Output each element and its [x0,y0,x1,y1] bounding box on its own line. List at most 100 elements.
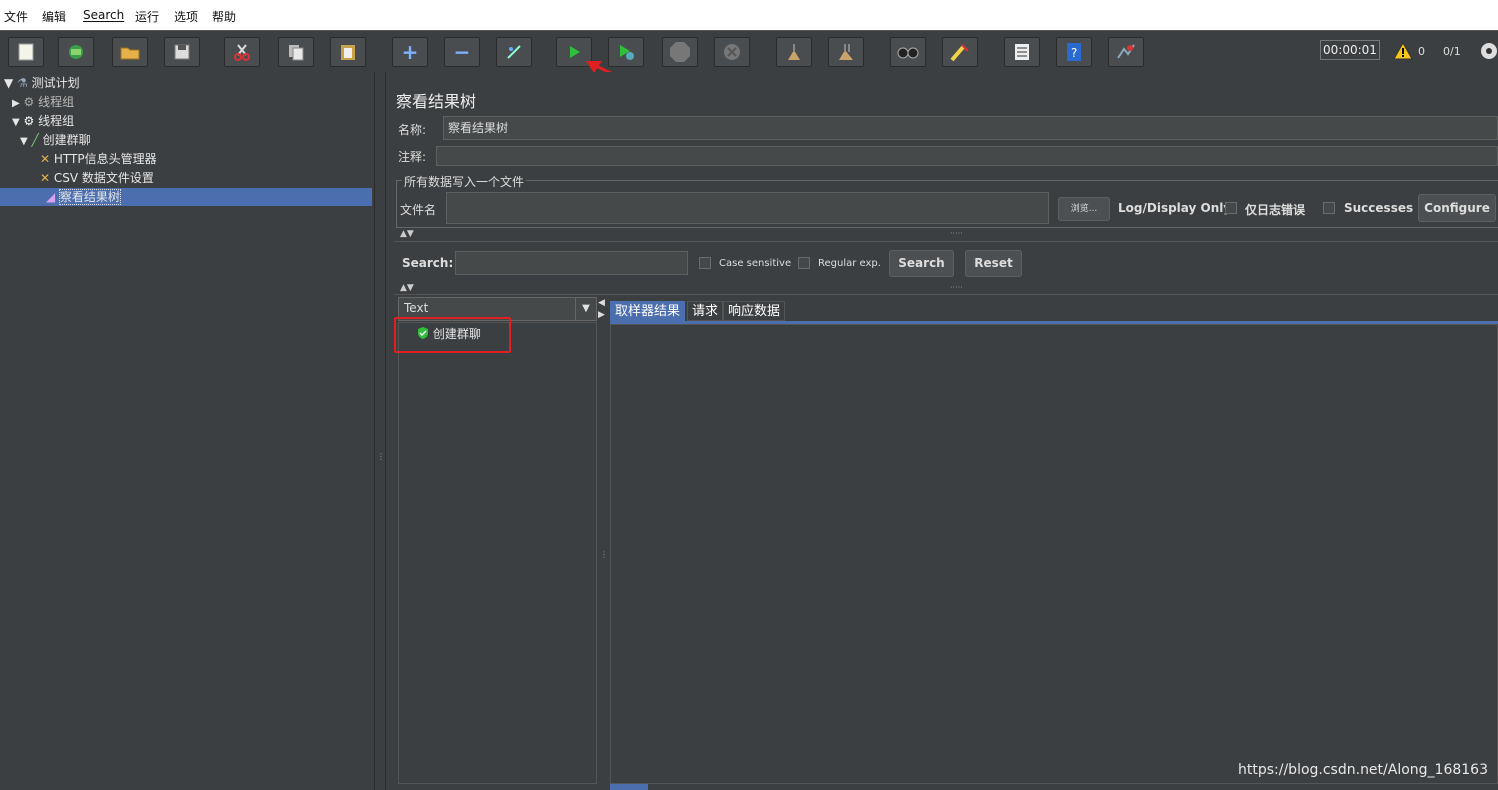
clear-all-button[interactable] [828,37,864,67]
wrench-icon: ✕ [40,152,51,166]
reset-button[interactable]: Reset [965,250,1022,277]
tree-label: 测试计划 [31,76,80,90]
search-submit-button[interactable]: Search [889,250,954,277]
minus-icon: − [453,40,471,64]
collapse-arrow-icon[interactable]: ▼ [4,76,13,90]
help-button[interactable]: ? [1056,37,1092,67]
menu-run[interactable]: 运行 [135,8,159,25]
tree-item-csv-config[interactable]: ✕ CSV 数据文件设置 [40,169,154,187]
toolbar: + − ? 00:00:01 0 0/1 [0,30,1498,73]
errors-only-checkbox[interactable] [1225,202,1237,214]
search-button[interactable] [890,37,926,67]
collapse-left-arrow-icon[interactable]: ◀ [598,298,605,308]
split-arrows-icon[interactable]: ▲▼ [400,229,414,239]
gear-icon: ⚙ [23,114,35,128]
pipette-icon: ╱ [31,133,39,147]
menu-options[interactable]: 选项 [174,8,198,25]
stop-sign-icon [663,38,697,66]
divider [394,294,1498,295]
tree-item-sampler[interactable]: ▼ ╱ 创建群聊 [20,131,91,149]
reset-search-button[interactable] [942,37,978,67]
stop-button[interactable] [662,37,698,67]
toggle-wand-icon [497,38,531,66]
shutdown-icon [715,38,749,66]
comment-field[interactable] [436,146,1498,166]
new-file-icon [9,38,43,66]
case-sensitive-checkbox[interactable] [699,257,711,269]
open-button[interactable] [112,37,148,67]
copy-icon [279,38,313,66]
tree-item-thread-group-1[interactable]: ▶ ⚙ 线程组 [12,93,74,111]
tree-label: 线程组 [38,95,75,109]
templates-icon [59,38,93,66]
panel-title: 察看结果树 [396,92,477,111]
shutdown-button[interactable] [714,37,750,67]
flask-icon: ⚗ [17,76,28,90]
save-disk-icon [165,38,199,66]
menu-search[interactable]: Search [83,8,124,22]
browse-button[interactable]: 浏览... [1058,197,1110,221]
divider-grip-icon: ····· [950,283,963,292]
menu-edit[interactable]: 编辑 [42,8,66,25]
errors-only-label: 仅日志错误 [1245,203,1306,217]
menu-file[interactable]: 文件 [4,8,28,25]
scissors-icon [225,38,259,66]
tree-item-result-tree[interactable]: ◢ 察看结果树 [0,188,372,206]
log-toggle-icon[interactable] [1480,41,1498,64]
search-label: Search: [402,256,454,270]
dropdown-arrow-icon: ▼ [575,298,596,320]
broom-icon [777,38,811,66]
new-button[interactable] [8,37,44,67]
save-button[interactable] [164,37,200,67]
collapse-all-button[interactable]: − [444,37,480,67]
gear-icon: ⚙ [23,95,35,109]
copy-button[interactable] [278,37,314,67]
collapse-arrow-icon[interactable]: ▼ [12,117,20,128]
main-splitter[interactable]: ⋮ [374,72,386,790]
open-folder-icon [113,38,147,66]
active-threads: 0/1 [1443,45,1461,58]
menu-bar: 文件 编辑 Search 运行 选项 帮助 [0,0,1498,30]
splitter-grip-icon: ⋮ [377,452,385,461]
expand-all-button[interactable]: + [392,37,428,67]
list-icon [1005,38,1039,66]
tab-content-area [610,324,1498,784]
tree-label: 线程组 [38,114,75,128]
tab-request[interactable]: 请求 [687,301,724,321]
successes-checkbox[interactable] [1323,202,1335,214]
tree-item-header-manager[interactable]: ✕ HTTP信息头管理器 [40,150,157,168]
reset-search-icon [943,38,977,66]
toggle-button[interactable] [496,37,532,67]
name-label: 名称: [398,123,427,137]
case-sensitive-label: Case sensitive [719,258,792,269]
remote-button[interactable] [1108,37,1144,67]
name-field[interactable]: 察看结果树 [443,116,1498,140]
split-arrows-icon[interactable]: ▲▼ [400,283,414,293]
file-label: 文件名 [400,203,437,217]
clear-button[interactable] [776,37,812,67]
help-book-icon: ? [1057,38,1091,66]
tree-item-thread-group-2[interactable]: ▼ ⚙ 线程组 [12,112,74,130]
menu-help[interactable]: 帮助 [212,8,236,25]
function-helper-button[interactable] [1004,37,1040,67]
search-input[interactable] [455,251,688,275]
regex-checkbox[interactable] [798,257,810,269]
tab-sampler-result[interactable]: 取样器结果 [610,301,686,321]
collapse-arrow-icon[interactable]: ▼ [20,136,28,147]
paste-button[interactable] [330,37,366,67]
cut-button[interactable] [224,37,260,67]
section-title: 所有数据写入一个文件 [402,173,527,190]
bottom-tab-indicator [610,784,648,790]
svg-text:?: ? [1071,46,1077,60]
splitter-grip-icon: ⋮ [600,550,608,559]
templates-button[interactable] [58,37,94,67]
tab-response-data[interactable]: 响应数据 [723,301,786,321]
filename-field[interactable] [446,192,1049,224]
log-display-label: Log/Display Only: [1118,201,1236,215]
configure-button[interactable]: Configure [1418,194,1496,222]
expand-right-arrow-icon[interactable]: ▶ [598,310,605,320]
binoculars-icon [891,38,925,66]
wrench-icon: ✕ [40,171,51,185]
tree-item-test-plan[interactable]: ▼ ⚗ 测试计划 [4,74,80,92]
expand-arrow-icon[interactable]: ▶ [12,98,20,109]
